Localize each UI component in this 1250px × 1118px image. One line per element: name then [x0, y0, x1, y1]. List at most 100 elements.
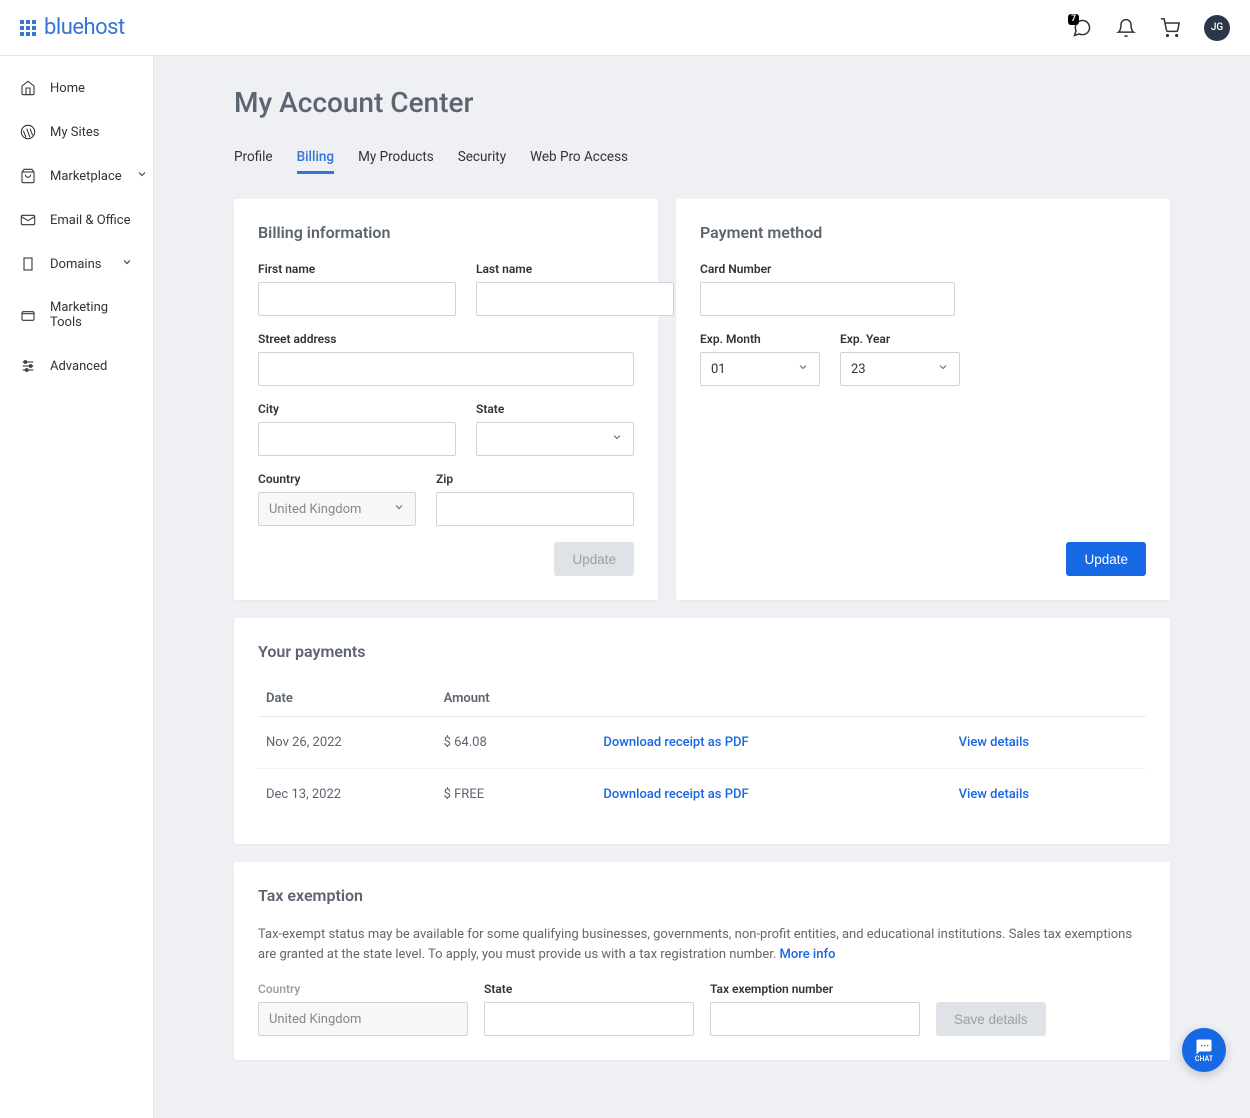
city-input[interactable]	[258, 422, 456, 456]
mail-icon	[20, 212, 36, 228]
exp-year-select[interactable]: 23	[840, 352, 960, 386]
more-info-link[interactable]: More info	[780, 947, 836, 962]
building-icon	[20, 256, 36, 272]
brand-name: bluehost	[44, 15, 125, 40]
street-label: Street address	[258, 332, 634, 346]
zip-input[interactable]	[436, 492, 634, 526]
payment-date: Nov 26, 2022	[258, 717, 436, 769]
bell-icon[interactable]	[1116, 18, 1136, 38]
brand-logo[interactable]: bluehost	[20, 15, 125, 40]
chat-label: CHAT	[1195, 1055, 1213, 1063]
tab-webpro[interactable]: Web Pro Access	[530, 143, 628, 174]
main-content: My Account Center Profile Billing My Pro…	[154, 56, 1250, 1118]
chevron-down-icon	[937, 361, 949, 377]
table-row: Nov 26, 2022 $ 64.08 Download receipt as…	[258, 717, 1146, 769]
card-title: Payment method	[700, 223, 1146, 242]
exp-month-value: 01	[711, 362, 726, 377]
tab-billing[interactable]: Billing	[297, 143, 334, 174]
billing-update-button[interactable]: Update	[554, 542, 634, 576]
card-title: Billing information	[258, 223, 634, 242]
payment-date: Dec 13, 2022	[258, 769, 436, 821]
messages-badge: 7	[1068, 14, 1079, 25]
tax-country-value: United Kingdom	[269, 1012, 361, 1027]
payment-amount: $ FREE	[436, 769, 596, 821]
home-icon	[20, 80, 36, 96]
sidebar-item-label: Marketing Tools	[50, 300, 133, 330]
top-header: bluehost 7 JG	[0, 0, 1250, 56]
sidebar-item-label: Marketplace	[50, 169, 122, 184]
payment-method-card: Payment method Card Number Exp. Month 01	[676, 199, 1170, 600]
exp-month-select[interactable]: 01	[700, 352, 820, 386]
tax-number-input[interactable]	[710, 1002, 920, 1036]
chevron-down-icon	[611, 431, 623, 447]
sidebar-item-marketplace[interactable]: Marketplace	[0, 154, 153, 198]
sidebar-item-domains[interactable]: Domains	[0, 242, 153, 286]
sidebar-item-label: Advanced	[50, 359, 107, 374]
chat-button[interactable]: CHAT	[1182, 1028, 1226, 1072]
payment-update-button[interactable]: Update	[1066, 542, 1146, 576]
sidebar: Home My Sites Marketplace Email & Office…	[0, 56, 154, 1118]
first-name-input[interactable]	[258, 282, 456, 316]
cart-icon[interactable]	[1160, 18, 1180, 38]
street-input[interactable]	[258, 352, 634, 386]
download-receipt-link[interactable]: Download receipt as PDF	[603, 787, 748, 802]
header-actions: 7 JG	[1072, 15, 1230, 41]
bag-icon	[20, 168, 36, 184]
sidebar-item-home[interactable]: Home	[0, 66, 153, 110]
download-receipt-link[interactable]: Download receipt as PDF	[603, 735, 748, 750]
tax-state-label: State	[484, 982, 694, 996]
tax-number-label: Tax exemption number	[710, 982, 920, 996]
tax-country-select: United Kingdom	[258, 1002, 468, 1036]
card-title: Your payments	[258, 642, 1146, 661]
country-label: Country	[258, 472, 416, 486]
billing-info-card: Billing information First name Last name…	[234, 199, 658, 600]
tab-profile[interactable]: Profile	[234, 143, 273, 174]
avatar-initials: JG	[1211, 22, 1223, 33]
save-details-button[interactable]: Save details	[936, 1002, 1046, 1036]
sidebar-item-marketing[interactable]: Marketing Tools	[0, 286, 153, 344]
state-select[interactable]	[476, 422, 634, 456]
view-details-link[interactable]: View details	[959, 787, 1030, 802]
exp-year-label: Exp. Year	[840, 332, 960, 346]
chevron-down-icon	[393, 501, 405, 517]
city-label: City	[258, 402, 456, 416]
account-tabs: Profile Billing My Products Security Web…	[234, 143, 1170, 175]
view-details-link[interactable]: View details	[959, 735, 1030, 750]
sidebar-item-label: Domains	[50, 257, 101, 272]
first-name-label: First name	[258, 262, 456, 276]
table-row: Dec 13, 2022 $ FREE Download receipt as …	[258, 769, 1146, 821]
exp-year-value: 23	[851, 362, 866, 377]
country-select[interactable]: United Kingdom	[258, 492, 416, 526]
tax-exemption-card: Tax exemption Tax-exempt status may be a…	[234, 862, 1170, 1060]
state-label: State	[476, 402, 634, 416]
tax-description: Tax-exempt status may be available for s…	[258, 925, 1146, 964]
chevron-down-icon	[136, 168, 148, 184]
messages-icon[interactable]: 7	[1072, 18, 1092, 38]
zip-label: Zip	[436, 472, 634, 486]
avatar[interactable]: JG	[1204, 15, 1230, 41]
sliders-icon	[20, 358, 36, 374]
tax-state-input[interactable]	[484, 1002, 694, 1036]
chevron-down-icon	[121, 256, 133, 272]
payments-card: Your payments Date Amount Nov 26, 2022 $…	[234, 618, 1170, 844]
card-number-label: Card Number	[700, 262, 955, 276]
sidebar-item-email[interactable]: Email & Office	[0, 198, 153, 242]
tab-myproducts[interactable]: My Products	[358, 143, 434, 174]
payments-table: Date Amount Nov 26, 2022 $ 64.08 Downloa…	[258, 681, 1146, 820]
sidebar-item-label: Home	[50, 81, 85, 96]
exp-month-label: Exp. Month	[700, 332, 820, 346]
chat-icon	[1195, 1038, 1213, 1056]
sidebar-item-label: My Sites	[50, 125, 99, 140]
col-amount: Amount	[436, 681, 596, 717]
card-title: Tax exemption	[258, 886, 1146, 905]
sidebar-item-advanced[interactable]: Advanced	[0, 344, 153, 388]
wordpress-icon	[20, 124, 36, 140]
tax-country-label: Country	[258, 982, 468, 996]
tab-security[interactable]: Security	[458, 143, 506, 174]
page-title: My Account Center	[234, 86, 1170, 119]
grid-icon	[20, 20, 36, 36]
chevron-down-icon	[797, 361, 809, 377]
sidebar-item-mysites[interactable]: My Sites	[0, 110, 153, 154]
card-number-input[interactable]	[700, 282, 955, 316]
last-name-input[interactable]	[476, 282, 674, 316]
